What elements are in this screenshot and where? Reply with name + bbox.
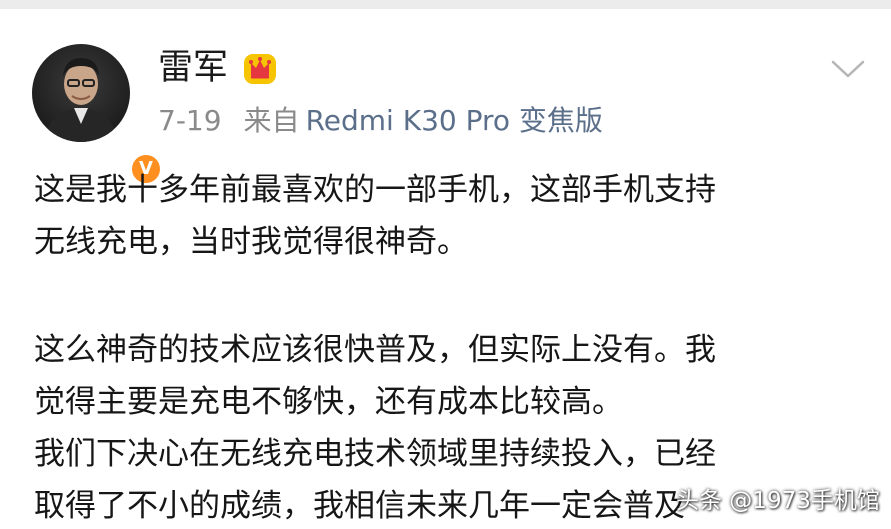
avatar[interactable]: V: [32, 44, 163, 186]
top-divider-strip: [0, 0, 891, 9]
post-text-line: 我们下决心在无线充电技术领域里持续投入，已经: [34, 436, 716, 472]
post-text-line: 觉得主要是充电不够快，还有成本比较高。: [34, 384, 623, 420]
post-text-line: 这是我十多年前最喜欢的一部手机，这部手机支持: [34, 172, 716, 208]
post-date: 7-19: [158, 104, 222, 137]
watermark: 头条 @1973手机馆: [676, 488, 880, 514]
post-body: 这是我十多年前最喜欢的一部手机，这部手机支持 无线充电，当时我觉得很神奇。 这么…: [34, 164, 874, 529]
post-text-line: 无线充电，当时我觉得很神奇。: [34, 224, 468, 260]
chevron-down-icon[interactable]: [828, 54, 868, 84]
avatar-photo: [32, 44, 130, 142]
avatar-person-icon: [44, 58, 118, 142]
username[interactable]: 雷军: [158, 46, 228, 90]
post-text-line: 这么神奇的技术应该很快普及，但实际上没有。我: [34, 332, 716, 368]
crown-icon: [244, 54, 276, 84]
source-prefix: 来自: [243, 104, 300, 137]
device-link[interactable]: Redmi K30 Pro 变焦版: [306, 104, 603, 137]
post-meta: 7-19 来自 Redmi K30 Pro 变焦版: [158, 102, 603, 140]
